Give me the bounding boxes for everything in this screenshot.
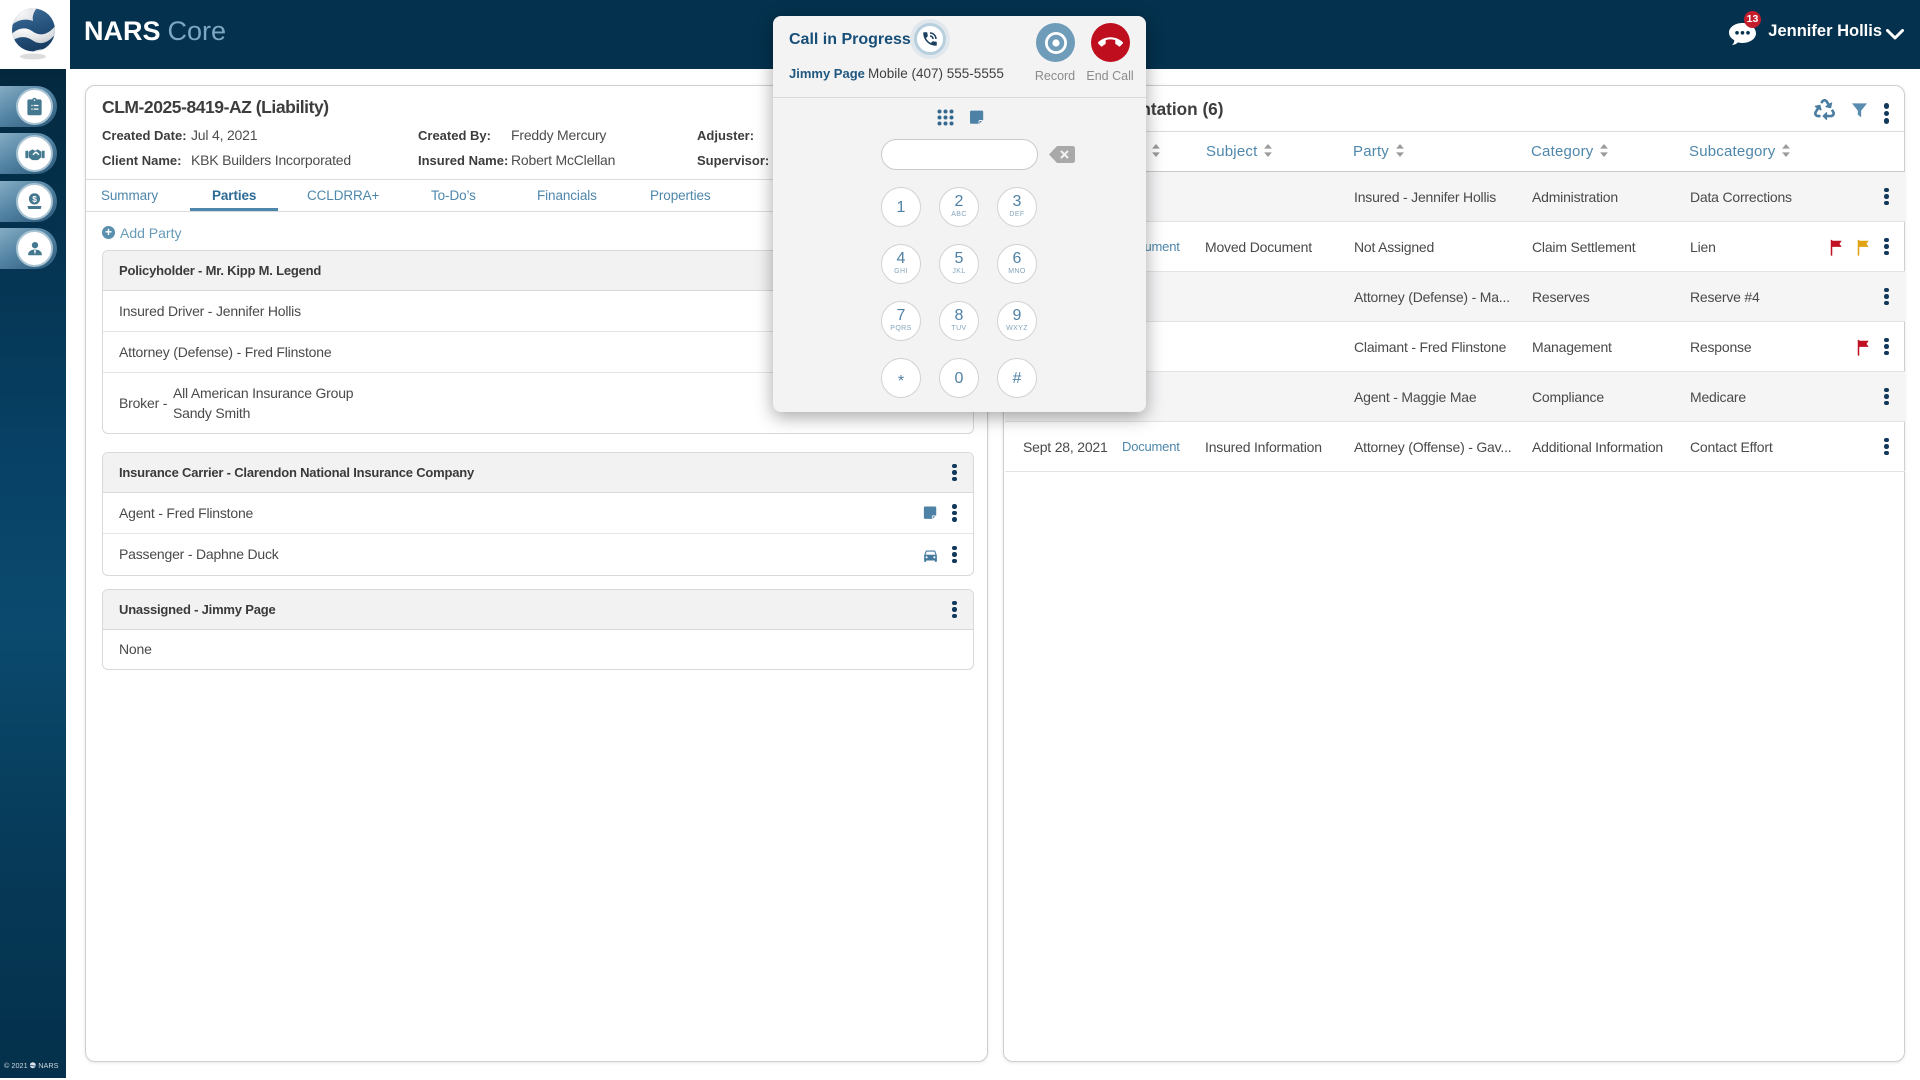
svg-text:$: $ [32,194,37,204]
